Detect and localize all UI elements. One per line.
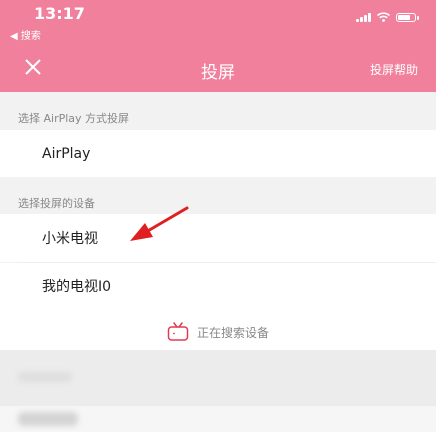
searching-status: 正在搜索设备 xyxy=(0,308,436,356)
nav-header: 13:17 ◀ 搜索 投屏 投屏帮助 xyxy=(0,0,436,92)
help-button[interactable]: 投屏帮助 xyxy=(370,61,418,78)
signal-icon xyxy=(356,12,371,22)
airplay-item[interactable]: AirPlay xyxy=(0,130,436,177)
battery-icon xyxy=(396,13,419,22)
wifi-icon xyxy=(377,12,390,22)
device-item-xiaomi-tv[interactable]: 小米电视 xyxy=(0,214,436,262)
blurred-content xyxy=(0,350,436,432)
tv-icon xyxy=(167,322,189,341)
airplay-section-label: 选择 AirPlay 方式投屏 xyxy=(18,112,130,125)
device-item-my-tv[interactable]: 我的电视I0 xyxy=(0,263,436,309)
device-section-label: 选择投屏的设备 xyxy=(18,197,95,210)
close-icon[interactable] xyxy=(22,56,44,78)
status-back-link[interactable]: ◀ 搜索 xyxy=(10,27,41,42)
status-icons xyxy=(356,12,419,22)
searching-text: 正在搜索设备 xyxy=(196,325,269,340)
status-time: 13:17 xyxy=(34,4,85,23)
